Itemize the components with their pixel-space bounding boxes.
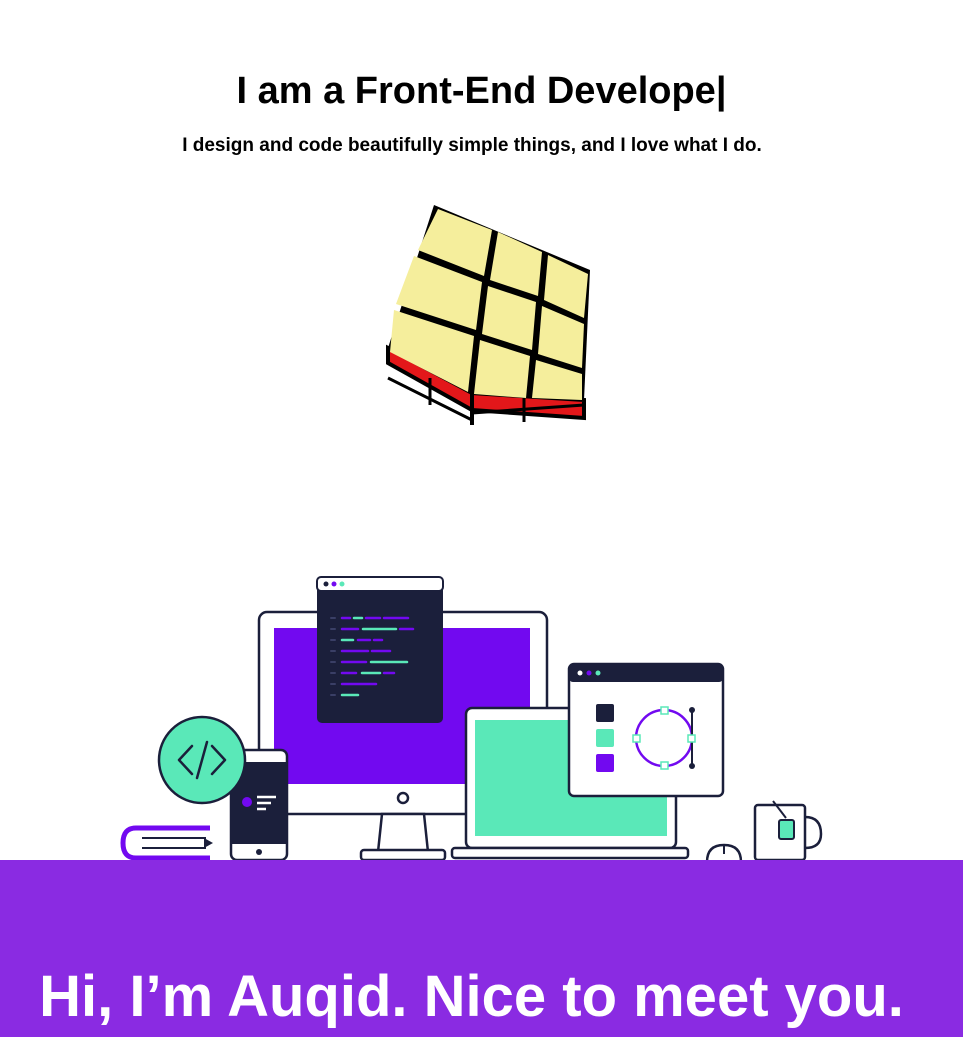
workspace-illustration — [120, 576, 823, 864]
code-icon — [157, 715, 247, 805]
intro-greeting: Hi, I’m Auqid. Nice to meet you. — [39, 964, 904, 1029]
tea-mug-icon — [753, 800, 823, 862]
code-editor-window — [316, 576, 444, 723]
book-icon — [120, 825, 213, 861]
headline-text: I am a Front-End Develope — [236, 70, 716, 112]
hero-headline: I am a Front-End Develope| — [0, 66, 963, 116]
typing-caret: | — [715, 70, 727, 112]
rubiks-cube-graphic — [386, 205, 590, 425]
hero-tagline: I design and code beautifully simple thi… — [182, 135, 762, 156]
design-tool-window — [567, 662, 725, 798]
